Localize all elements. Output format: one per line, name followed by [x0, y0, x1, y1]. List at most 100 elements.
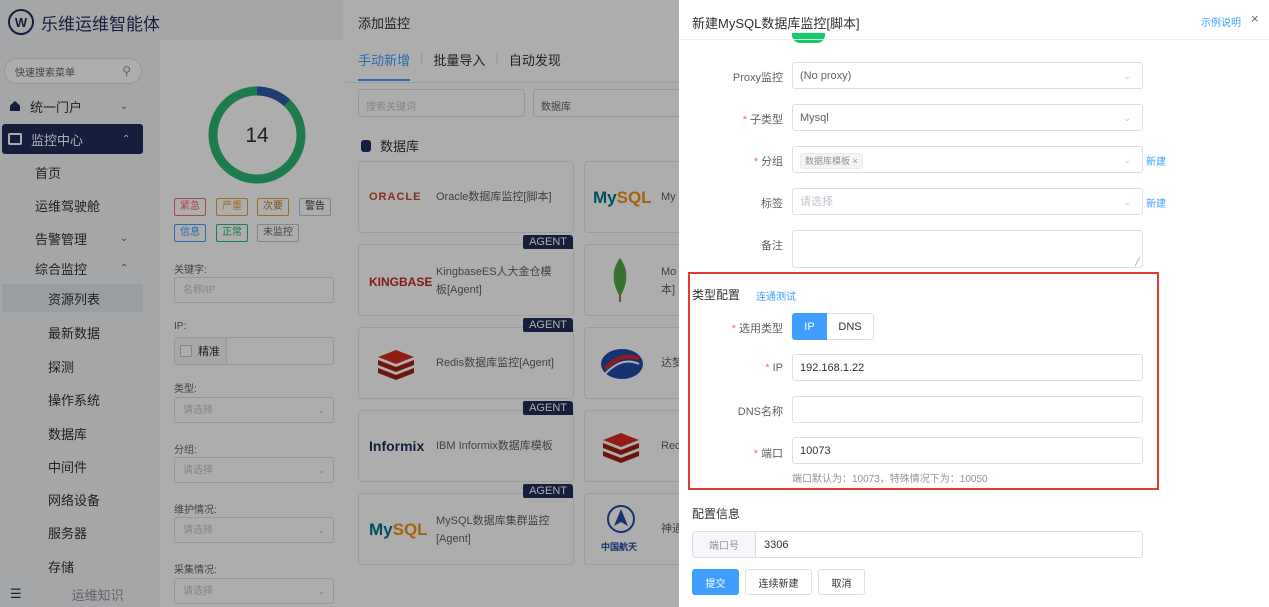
- severity-minor[interactable]: 次要: [257, 198, 289, 216]
- template-card-informix[interactable]: AGENT Informix IBM Informix数据库模板: [358, 401, 574, 482]
- section-label: 数据库: [380, 139, 420, 154]
- template-card-kingbase[interactable]: AGENT KINGBASE KingbaseES人大金仓模板[Agent]: [358, 235, 574, 316]
- sidebar-item-home[interactable]: 首页: [0, 158, 160, 186]
- sidebar-item-label: 数据库: [48, 426, 88, 442]
- severity-warning[interactable]: 警告: [299, 198, 331, 216]
- chevron-down-icon: ⌄: [1123, 155, 1131, 165]
- tag-select[interactable]: 请选择 ⌄: [792, 188, 1143, 215]
- category-select[interactable]: 数据库: [533, 89, 683, 117]
- tab-batch-import[interactable]: 批量导入: [433, 50, 485, 81]
- sidebar-item-label: 最新数据: [48, 325, 101, 341]
- required-mark: *: [742, 114, 747, 126]
- group-label: * 分组: [679, 153, 783, 169]
- new-monitor-drawer: 新建MySQL数据库监控[脚本] 示例说明 × Proxy监控 (No prox…: [679, 0, 1269, 607]
- sidebar-item-latest-data[interactable]: 最新数据: [0, 318, 160, 346]
- type-config-title: 类型配置: [692, 288, 741, 302]
- resize-handle-icon[interactable]: ╱: [1135, 257, 1140, 266]
- template-search-input[interactable]: 搜索关键词: [358, 89, 525, 117]
- maint-filter-select[interactable]: 请选择 ⌄: [174, 517, 334, 543]
- severity-unmonitored[interactable]: 未监控: [257, 224, 299, 242]
- collect-filter-select[interactable]: 请选择 ⌄: [174, 578, 334, 604]
- group-select[interactable]: 数据库模板 × ⌄: [792, 146, 1143, 173]
- ip-filter-input[interactable]: 精准: [174, 337, 334, 365]
- sidebar-item-middleware[interactable]: 中间件: [0, 452, 160, 480]
- tag-close-icon[interactable]: ×: [853, 156, 858, 166]
- template-name: My: [661, 191, 676, 203]
- remark-textarea[interactable]: ╱: [792, 230, 1143, 268]
- example-link[interactable]: 示例说明: [1201, 14, 1241, 29]
- severity-info[interactable]: 信息: [174, 224, 206, 242]
- severity-urgent[interactable]: 紧急: [174, 198, 206, 216]
- template-card-oracle[interactable]: ORACLE Oracle数据库监控[脚本]: [358, 161, 574, 233]
- type-option-ip[interactable]: IP: [792, 313, 827, 340]
- keyword-input[interactable]: 名称/IP: [174, 277, 334, 303]
- menu-search-input[interactable]: 快速搜索菜单 ⚲: [4, 58, 142, 84]
- monitor-icon: [8, 133, 22, 145]
- sidebar-item-probe[interactable]: 探测: [0, 352, 160, 380]
- template-card-mysql-cluster[interactable]: AGENT MySQL MySQL数据库集群监控[Agent]: [358, 484, 574, 565]
- new-group-link[interactable]: 新建: [1146, 153, 1166, 168]
- template-name: IBM Informix数据库模板: [436, 440, 553, 452]
- severity-normal[interactable]: 正常: [216, 224, 248, 242]
- type-filter-label: 类型:: [174, 384, 197, 395]
- sidebar-item-storage[interactable]: 存储: [0, 552, 160, 580]
- close-icon[interactable]: ×: [1251, 11, 1259, 26]
- precise-checkbox[interactable]: 精准: [175, 338, 227, 364]
- type-option-dns[interactable]: DNS: [827, 313, 874, 340]
- new-tag-link[interactable]: 新建: [1146, 195, 1166, 210]
- severity-serious[interactable]: 严重: [216, 198, 248, 216]
- cancel-button[interactable]: 取消: [818, 569, 865, 595]
- sidebar-item-portal[interactable]: 统一门户 ⌄: [0, 92, 160, 120]
- tab-underline: [343, 82, 683, 83]
- config-port-value: 3306: [764, 539, 789, 551]
- redis-logo-icon: [603, 433, 639, 463]
- select-type-label-text: 选用类型: [739, 323, 783, 335]
- menu-collapse-icon[interactable]: ☰: [10, 586, 22, 602]
- ip-label: * IP: [679, 362, 783, 374]
- sidebar-item-resource-list[interactable]: 资源列表: [2, 284, 143, 312]
- sidebar-item-server[interactable]: 服务器: [0, 518, 160, 546]
- subtype-select[interactable]: Mysql ⌄: [792, 104, 1143, 131]
- sidebar-item-os[interactable]: 操作系统: [0, 385, 160, 413]
- template-name: KingbaseES人大金仓模板[Agent]: [436, 266, 552, 296]
- app-logo[interactable]: W 乐维运维智能体: [8, 8, 160, 36]
- submit-button[interactable]: 提交: [692, 569, 739, 595]
- group-filter-select[interactable]: 请选择 ⌄: [174, 457, 334, 483]
- port-input[interactable]: 10073: [792, 437, 1143, 464]
- template-card-shentong[interactable]: 中国航天 神通: [584, 493, 684, 565]
- total-count: 14: [245, 124, 269, 147]
- sidebar-item-cockpit[interactable]: 运维驾驶舱: [0, 191, 160, 219]
- sidebar-item-integrated[interactable]: 综合监控 ⌃: [0, 254, 160, 282]
- ip-filter-label: IP:: [174, 321, 187, 332]
- tab-divider: |: [495, 50, 499, 65]
- sidebar-item-database[interactable]: 数据库: [0, 419, 160, 447]
- tab-auto-discover[interactable]: 自动发现: [509, 50, 561, 81]
- subtype-label: * 子类型: [679, 111, 783, 127]
- sidebar-item-network[interactable]: 网络设备: [0, 485, 160, 513]
- sidebar-item-label: 服务器: [48, 525, 88, 541]
- connectivity-test-link[interactable]: 连通测试: [756, 288, 796, 303]
- ip-input[interactable]: 192.168.1.22: [792, 354, 1143, 381]
- type-filter-select[interactable]: 请选择 ⌄: [174, 397, 334, 423]
- continue-create-button[interactable]: 连续新建: [745, 569, 812, 595]
- sidebar-footer[interactable]: ☰ 运维知识: [0, 580, 160, 607]
- dns-input[interactable]: [792, 396, 1143, 423]
- remark-label-text: 备注: [761, 240, 783, 252]
- required-mark: *: [753, 448, 758, 460]
- template-card-mysql[interactable]: MySQL My: [584, 161, 684, 233]
- enable-switch[interactable]: [792, 33, 825, 43]
- proxy-select[interactable]: (No proxy) ⌄: [792, 62, 1143, 89]
- tab-manual-add[interactable]: 手动新增: [358, 50, 411, 81]
- sidebar-item-alerts[interactable]: 告警管理 ⌄: [0, 224, 160, 252]
- template-card-redis-2[interactable]: Red: [584, 410, 684, 482]
- sidebar-item-monitor-center[interactable]: 监控中心 ⌃: [2, 124, 143, 154]
- template-card-redis[interactable]: AGENT Redis数据库监控[Agent]: [358, 318, 574, 399]
- template-card-dameng[interactable]: 达梦: [584, 327, 684, 399]
- casc-logo-icon: [607, 505, 635, 533]
- config-port-field[interactable]: 端口号 3306: [692, 531, 1143, 558]
- chevron-down-icon: ⌄: [120, 232, 129, 244]
- group-tag: 数据库模板 ×: [800, 153, 863, 169]
- drawer-title: 新建MySQL数据库监控[脚本]: [692, 16, 860, 31]
- template-card-mongodb[interactable]: Mo本]: [584, 244, 684, 316]
- template-name: Oracle数据库监控[脚本]: [436, 191, 552, 203]
